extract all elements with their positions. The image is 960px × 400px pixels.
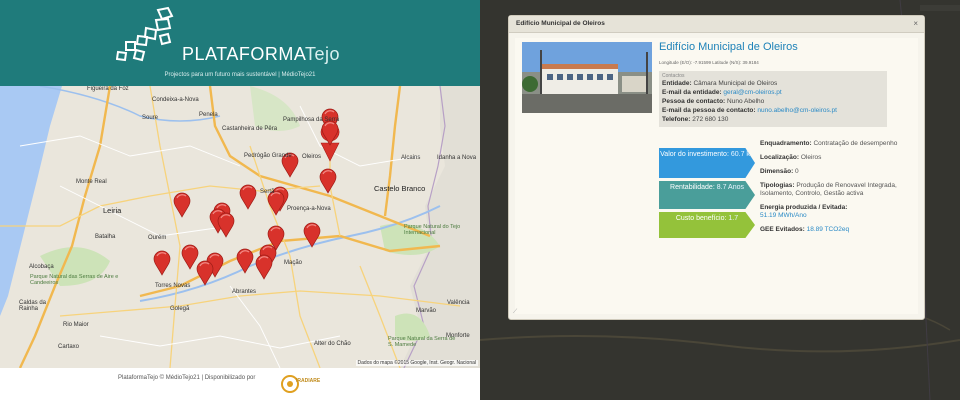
info-tipologias: Tipologias: Produção de Renovavel Integr… — [760, 182, 897, 197]
cost-benefit-indicator: Custo benefício: 1.7 — [659, 212, 755, 238]
modal-body: Edifício Municipal de Oleiros Longitude … — [515, 38, 918, 314]
tagline: Projectos para um futuro mais sustentáve… — [164, 72, 316, 78]
info-dimensao: Dimensão: 0 — [760, 168, 799, 175]
iradiare-logo-icon[interactable] — [280, 373, 310, 395]
investment-indicator: Valor do investimento: 60.7 k€ — [659, 148, 755, 178]
map-marker-icon[interactable] — [239, 184, 257, 210]
detail-modal: Edifício Municipal de Oleiros × Edifício… — [508, 15, 925, 320]
place-label: Idanha a Nova — [437, 155, 477, 161]
place-label: Caldas da Rainha — [19, 300, 47, 312]
coordinates: Longitude (E/O): -7.91599 Latitude (N/S)… — [659, 60, 759, 65]
map-marker-icon[interactable] — [217, 212, 235, 238]
map-page: PLATAFORMATejo Projectos para um futuro … — [0, 0, 480, 400]
site-footer: PlataformaTejo © MédioTejo21 | Disponibi… — [0, 368, 480, 400]
place-label: Proença-a-Nova — [287, 206, 331, 212]
modal-title: Edifício Municipal de Oleiros — [516, 20, 605, 27]
building-photo — [522, 42, 652, 113]
map-marker-icon[interactable] — [196, 260, 214, 286]
info-enquadramento: Enquadramento: Contratação de desempenho — [760, 140, 898, 147]
park-label: Parque Natural do Tejo Internacional — [404, 224, 461, 236]
place-label: Condeixa-a-Nova — [152, 97, 199, 103]
place-label: Soure — [142, 115, 159, 121]
place-label: Torres Novas — [155, 283, 191, 289]
map-marker-icon[interactable] — [303, 222, 321, 248]
place-label: Golegã — [170, 306, 190, 312]
place-label: Pedrógão Grande — [244, 153, 292, 159]
info-energia: Energia produzida / Evitada: 51.19 MWh/An… — [760, 204, 848, 219]
map-marker-icon[interactable] — [255, 254, 273, 280]
place-label: Monte Real — [76, 179, 107, 185]
contact-row: E-mail da pessoa de contacto: nuno.abelh… — [662, 107, 837, 114]
contact-row: Entidade: Câmara Municipal de Oleiros — [662, 80, 778, 87]
place-label: Valência — [447, 300, 470, 306]
place-label: Sertã — [260, 189, 275, 195]
place-label: Ourém — [148, 235, 167, 241]
place-label: Alcains — [401, 155, 421, 161]
map-copyright: Dados do mapa ©2015 Google, Inst. Geogr.… — [355, 360, 478, 366]
map-marker-icon[interactable] — [321, 120, 339, 146]
resize-handle-icon[interactable]: ⟋ — [513, 309, 517, 316]
place-label: Marvão — [416, 308, 437, 314]
place-label: Oleiros — [302, 154, 322, 160]
info-gee: GEE Evitados: 18.89 TCO2eq — [760, 226, 850, 233]
map-view[interactable]: Figueira da Foz Condeixa-a-Nova Soure Pe… — [0, 86, 480, 368]
park-label: Parque Natural da Serra de S. Mamede — [388, 336, 456, 348]
contact-row: Telefone: 272 680 130 — [662, 116, 729, 123]
place-label: Penela — [199, 112, 218, 118]
map-marker-icon[interactable] — [173, 192, 191, 218]
brand-logo-text[interactable]: PLATAFORMATejo — [182, 44, 340, 65]
map-marker-icon[interactable] — [153, 250, 171, 276]
place-label: Pampilhosa da Serra — [283, 117, 340, 123]
entity-email-link[interactable]: geral@cm-oleiros.pt — [723, 89, 781, 96]
place-label: Figueira da Foz — [87, 86, 129, 92]
place-label: Leiria — [103, 206, 122, 215]
modal-header[interactable]: Edifício Municipal de Oleiros × — [509, 16, 924, 33]
iradiare-logo-text[interactable]: IRADIARE — [296, 378, 320, 384]
contact-email-link[interactable]: nuno.abelho@cm-oleiros.pt — [757, 107, 837, 114]
info-localizacao: Localização: Oleiros — [760, 154, 822, 161]
map-marker-icon[interactable] — [319, 168, 337, 194]
project-info: Enquadramento: Contratação de desempenho… — [760, 140, 910, 240]
app-root: PLATAFORMATejo Projectos para um futuro … — [0, 0, 960, 400]
place-label: Castanheira de Pêra — [222, 126, 278, 132]
footer-text: PlataformaTejo © MédioTejo21 | Disponibi… — [118, 375, 256, 381]
contacts-box: Contactos Entidade: Câmara Municipal de … — [659, 71, 887, 127]
contact-row: Pessoa de contacto: Nuno Abelho — [662, 98, 765, 105]
place-label: Rio Maior — [63, 322, 89, 328]
rentability-indicator: Rentabilidade: 8.7 Anos — [659, 181, 755, 209]
place-label: Mação — [284, 260, 303, 266]
entity-title: Edifício Municipal de Oleiros — [659, 41, 798, 53]
close-icon[interactable]: × — [913, 19, 918, 28]
site-header: PLATAFORMATejo Projectos para um futuro … — [0, 0, 480, 86]
place-label: Alter do Chão — [314, 341, 351, 347]
place-label: Castelo Branco — [374, 184, 426, 193]
place-label: Abrantes — [232, 289, 257, 295]
park-label: Parque Natural das Serras de Aire e Cand… — [30, 274, 119, 286]
place-label: Cartaxo — [58, 344, 80, 350]
map-marker-icon[interactable] — [236, 248, 254, 274]
place-label: Batalha — [95, 234, 116, 240]
leaf-logo-icon — [116, 6, 174, 62]
detail-view: Edifício Municipal de Oleiros × Edifício… — [480, 0, 960, 400]
place-label: Alcobaça — [29, 264, 54, 270]
contact-row: E-mail da entidade: geral@cm-oleiros.pt — [662, 89, 782, 96]
